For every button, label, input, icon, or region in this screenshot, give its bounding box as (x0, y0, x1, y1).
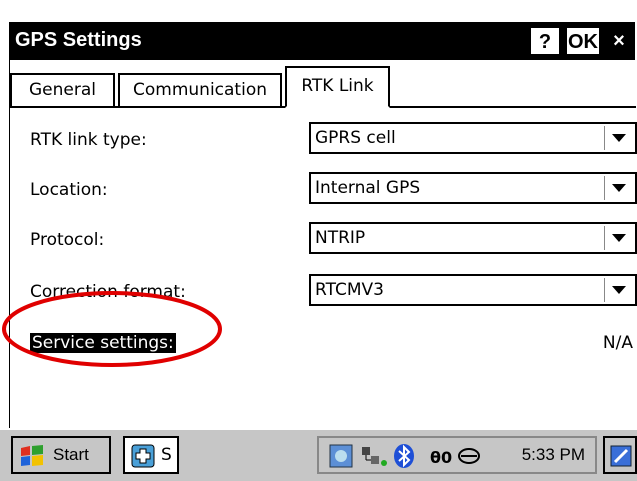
protocol-value: NTRIP (315, 228, 366, 248)
title-bar: GPS Settings ? OK × (9, 22, 635, 60)
location-select[interactable]: Internal GPS (309, 172, 637, 204)
input-panel-icon (610, 445, 632, 467)
service-settings-link[interactable]: Service settings: (30, 333, 176, 353)
bluetooth-icon[interactable] (393, 443, 415, 469)
task-label: S (161, 445, 172, 465)
chevron-down-icon[interactable] (604, 278, 633, 302)
task-button[interactable]: S (123, 436, 179, 474)
input-panel-button[interactable] (603, 436, 637, 474)
window-title: GPS Settings (15, 29, 142, 51)
chevron-down-icon[interactable] (604, 126, 633, 150)
ok-button[interactable]: OK (566, 27, 600, 55)
volume-icon[interactable]: θ0 (429, 443, 455, 469)
tab-rtk-link[interactable]: RTK Link (285, 66, 390, 108)
correction-format-label: Correction format: (30, 282, 186, 302)
location-label: Location: (30, 180, 108, 200)
dialog-client: General Communication RTK Link RTK link … (9, 60, 637, 428)
close-button[interactable]: × (605, 27, 633, 55)
cloud-icon[interactable] (457, 444, 481, 468)
windows-flag-icon (21, 445, 43, 466)
rtk-link-type-value: GPRS cell (315, 128, 396, 148)
start-label: Start (53, 445, 89, 464)
location-value: Internal GPS (315, 178, 421, 198)
taskbar: Start S θ0 5:33 PM (0, 428, 637, 481)
clock[interactable]: 5:33 PM (522, 445, 585, 465)
help-button[interactable]: ? (530, 27, 560, 55)
chevron-down-icon[interactable] (604, 176, 633, 200)
chevron-down-icon[interactable] (604, 226, 633, 250)
correction-format-value: RTCMV3 (315, 280, 384, 300)
connection-icon[interactable] (359, 444, 389, 468)
tab-strip: General Communication RTK Link (10, 60, 636, 108)
tab-communication[interactable]: Communication (118, 73, 282, 106)
app-icon (131, 444, 155, 468)
svg-text:θ0: θ0 (430, 448, 452, 467)
start-button[interactable]: Start (11, 436, 111, 474)
correction-format-select[interactable]: RTCMV3 (309, 274, 637, 306)
network-icon[interactable] (329, 444, 353, 468)
rtk-link-type-select[interactable]: GPRS cell (309, 122, 637, 154)
system-tray: θ0 5:33 PM (317, 436, 597, 474)
tab-general[interactable]: General (10, 73, 115, 106)
gps-settings-window: GPS Settings ? OK × General Communicatio… (0, 0, 637, 481)
service-settings-value: N/A (602, 333, 633, 353)
protocol-select[interactable]: NTRIP (309, 222, 637, 254)
rtk-link-type-label: RTK link type: (30, 130, 147, 150)
protocol-label: Protocol: (30, 230, 105, 250)
